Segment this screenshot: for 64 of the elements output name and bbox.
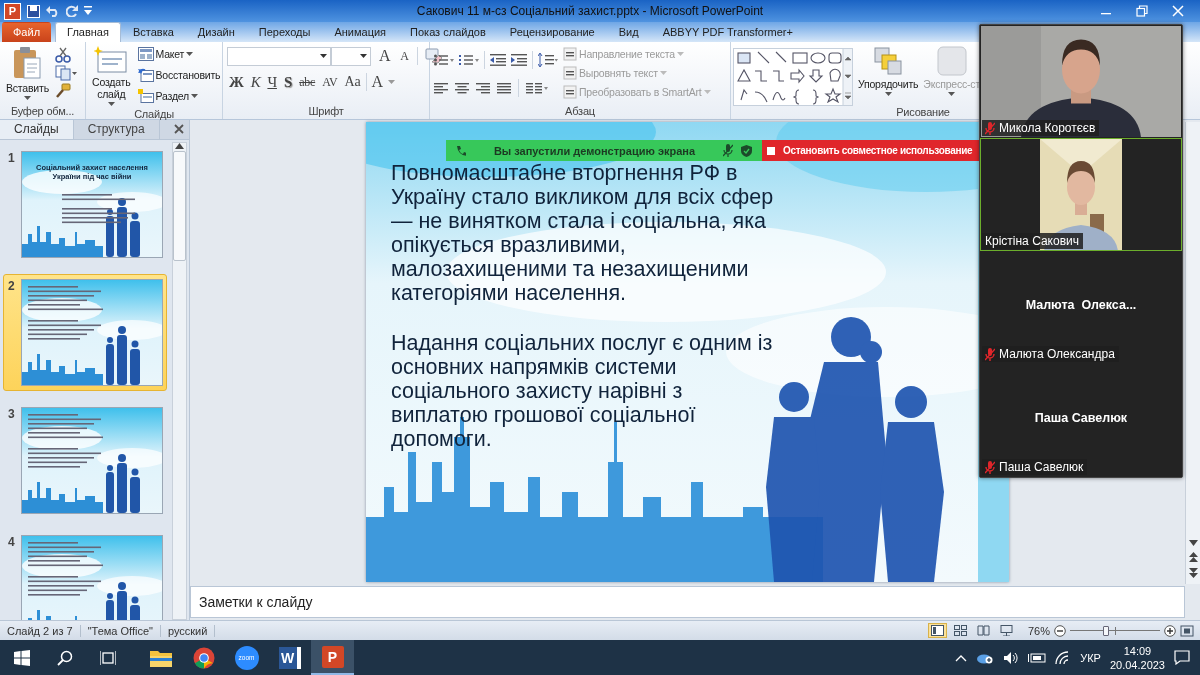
new-slide-button[interactable]: Создать слайд: [90, 44, 133, 108]
section-button[interactable]: Раздел: [136, 86, 200, 105]
video-tile[interactable]: Крістіна Сакович: [980, 138, 1182, 251]
video-tile[interactable]: Микола Коротєєв: [980, 25, 1182, 138]
ribbon-tab[interactable]: Рецензирование: [497, 22, 607, 42]
ribbon-tab[interactable]: Дизайн: [185, 22, 247, 42]
grow-font-button[interactable]: A: [377, 47, 393, 65]
slide-number: 3: [8, 407, 15, 423]
notes-field[interactable]: Заметки к слайду: [190, 586, 1185, 618]
window-title: Сакович 11 м-сз Соціальний захист.pptx - Microsoft PowerPoint: [415, 4, 765, 18]
taskbar-app[interactable]: W: [268, 640, 311, 675]
stop-share-button[interactable]: Остановить совместное использование: [762, 140, 979, 161]
group-label: Абзац: [564, 105, 596, 119]
slide-thumbnail[interactable]: 2: [3, 274, 167, 391]
group-label: Буфер обм...: [9, 105, 76, 119]
taskbar-app[interactable]: P: [311, 640, 354, 675]
ribbon-tab[interactable]: Переходы: [246, 22, 323, 42]
font-format-button[interactable]: abc: [297, 74, 318, 90]
video-tile[interactable]: Паша Савелюк Паша Савелюк: [980, 364, 1182, 477]
ribbon-tab[interactable]: Показ слайдов: [398, 22, 498, 42]
share-status: Вы запустили демонстрацию экрана: [492, 144, 697, 157]
group-label: Рисование: [895, 106, 951, 119]
file-menu-tab[interactable]: Файл: [2, 22, 52, 42]
participant-display-name: Паша Савелюк: [1033, 411, 1129, 425]
ribbon-tab[interactable]: ABBYY PDF Transformer+: [650, 22, 805, 42]
participant-display-name: Малюта Олекса...: [1024, 298, 1138, 312]
word-app-icon: W: [278, 646, 301, 669]
font-format-button[interactable]: Ч: [265, 73, 279, 91]
video-tile[interactable]: Малюта Олекса... Малюта Олександра: [980, 251, 1182, 364]
font-format-button[interactable]: Aa: [342, 74, 363, 90]
ribbon-tab[interactable]: Анимация: [322, 22, 399, 42]
paste-button[interactable]: Вставить: [4, 44, 51, 102]
group-label: Шрифт: [307, 105, 345, 119]
ribbon-tab[interactable]: Вид: [606, 22, 651, 42]
language-status[interactable]: русский: [160, 624, 216, 637]
powerpoint-app-icon[interactable]: P: [4, 2, 21, 20]
slide-number: 2: [8, 279, 15, 295]
participant-name: Крістіна Сакович: [982, 233, 1083, 249]
group-label: Слайды: [133, 108, 175, 120]
theme-name[interactable]: "Тема Office": [80, 624, 161, 637]
participant-name: Паша Савелюк: [982, 459, 1088, 475]
ribbon-tab[interactable]: Главная: [55, 22, 121, 42]
zoom-level[interactable]: 76%: [1027, 624, 1050, 637]
arrange-button[interactable]: Упорядочить: [856, 44, 921, 98]
font-format-button[interactable]: К: [248, 73, 263, 91]
layout-button[interactable]: Макет: [136, 44, 195, 63]
participant-name: Микола Коротєєв: [982, 120, 1100, 136]
ribbon-tab[interactable]: Вставка: [120, 22, 186, 42]
slide-counter: Слайд 2 из 7: [0, 624, 81, 637]
clock[interactable]: 14:09 20.04.2023: [1109, 643, 1165, 672]
input-language[interactable]: УКР: [1080, 651, 1101, 664]
powerpoint-app-icon: P: [321, 645, 344, 668]
font-color-button[interactable]: A: [369, 73, 385, 91]
font-format-button[interactable]: Ж: [227, 73, 246, 91]
slide-number: 4: [8, 535, 15, 551]
slide-number: 1: [8, 151, 15, 167]
shrink-font-button[interactable]: A: [398, 48, 411, 64]
panel-tab[interactable]: Структура: [73, 120, 160, 139]
reset-button[interactable]: Восстановить: [136, 65, 222, 84]
font-format-button[interactable]: AV: [320, 74, 340, 90]
panel-tab[interactable]: Слайды: [0, 120, 74, 139]
font-format-button[interactable]: S: [281, 73, 295, 91]
slide-paragraph: Повномасштабне вторгнення РФ в Україну стало викликом для всіх сфер — не винятком стала і соціальна, яка опікується вразливими, малозахищеними та незахищеними категоріями населення.: [391, 161, 775, 305]
participant-name: Малюта Олександра: [982, 346, 1119, 362]
